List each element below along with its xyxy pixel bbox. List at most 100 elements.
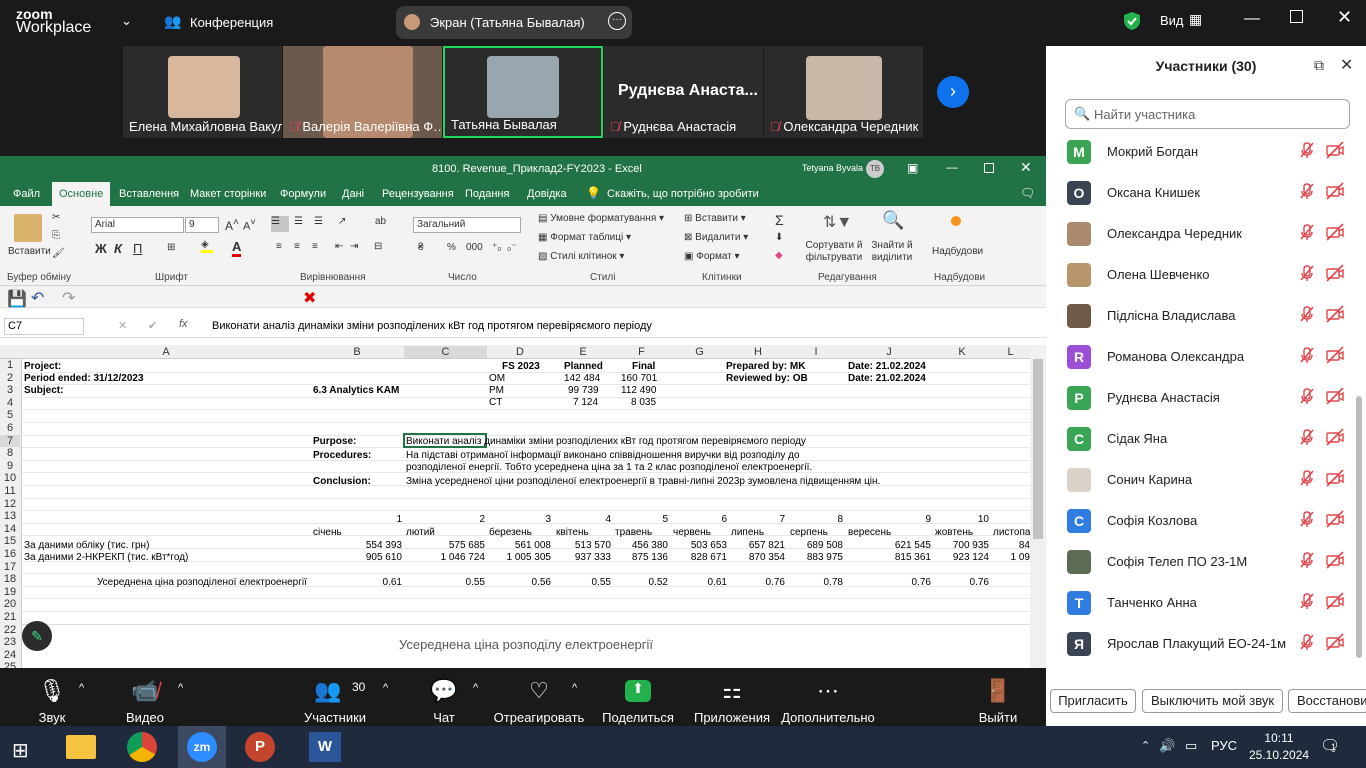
share-button[interactable]: Поделиться bbox=[588, 710, 688, 725]
video-tile-active-speaker[interactable]: Татьяна Бывалая bbox=[443, 46, 603, 138]
fill-icon[interactable]: ⬇ bbox=[775, 232, 783, 243]
row16-cell[interactable]: 1 046 724 bbox=[441, 552, 486, 563]
row15-cell[interactable]: 554 393 bbox=[366, 540, 402, 551]
maximize-icon[interactable] bbox=[984, 163, 994, 173]
cell-c10[interactable]: Зміна усередненої ціни розподіленої елек… bbox=[406, 476, 880, 487]
row14-cell[interactable]: вересень bbox=[848, 527, 891, 538]
cut-icon[interactable]: ✂ bbox=[52, 212, 60, 223]
row14-cell[interactable]: січень bbox=[313, 527, 342, 538]
vertical-scrollbar[interactable] bbox=[1030, 345, 1046, 668]
row14-cell[interactable]: червень bbox=[673, 527, 711, 538]
tab-formulas[interactable]: Формули bbox=[280, 188, 326, 200]
align-center-icon[interactable]: ≡ bbox=[294, 241, 300, 252]
close-icon[interactable]: ✕ bbox=[1340, 55, 1353, 75]
tab-help[interactable]: Довідка bbox=[527, 188, 567, 200]
cell-e1[interactable]: Planned bbox=[564, 361, 603, 372]
clear-icon[interactable]: ◆ bbox=[775, 250, 783, 261]
row14-cell[interactable]: березень bbox=[489, 527, 532, 538]
tab-data[interactable]: Дані bbox=[342, 188, 364, 200]
tab-review[interactable]: Рецензування bbox=[382, 188, 454, 200]
cell-f3[interactable]: 112 490 bbox=[621, 385, 656, 396]
italic-button[interactable]: К bbox=[114, 241, 122, 256]
autosum-icon[interactable]: Σ bbox=[775, 212, 784, 228]
leave-button[interactable]: Выйти bbox=[948, 710, 1048, 725]
redo-icon[interactable]: ↷ bbox=[62, 288, 75, 308]
row13-cell[interactable]: 9 bbox=[925, 514, 931, 525]
video-tile[interactable]: 🎙̸ Олександра Чередник bbox=[764, 46, 923, 138]
cell-a15[interactable]: За даними обліку (тис. грн) bbox=[24, 540, 149, 551]
mute-me-button[interactable]: Выключить мой звук bbox=[1142, 689, 1283, 713]
row16-cell[interactable]: 883 975 bbox=[807, 552, 843, 563]
share-indicator[interactable]: Экран (Татьяна Бывалая) ··· bbox=[396, 6, 632, 39]
paste-icon[interactable] bbox=[14, 214, 42, 242]
row16-cell[interactable]: 828 671 bbox=[691, 552, 727, 563]
cell-a2[interactable]: Period ended: 31/12/2023 bbox=[24, 373, 144, 384]
row16-cell[interactable]: 1 005 305 bbox=[507, 552, 552, 563]
row16-cell[interactable]: 937 333 bbox=[575, 552, 611, 563]
number-format-select[interactable]: Загальний bbox=[413, 217, 521, 233]
chart-area[interactable]: Усереднена ціна розподілу електроенергії bbox=[22, 624, 1030, 668]
row16-cell[interactable]: 905 610 bbox=[366, 552, 402, 563]
tray-chevron-icon[interactable]: ⌃ bbox=[1141, 739, 1150, 752]
cell-e4[interactable]: 7 124 bbox=[573, 397, 598, 408]
save-icon[interactable]: 💾 bbox=[7, 289, 27, 309]
participant-item[interactable]: C Софія Козлова bbox=[1046, 501, 1356, 542]
row18-cell[interactable]: 0.76 bbox=[766, 577, 785, 588]
tab-view[interactable]: Подання bbox=[465, 188, 509, 200]
cell-h2[interactable]: Reviewed by: OB bbox=[726, 373, 808, 384]
apps-button[interactable]: Приложения bbox=[682, 710, 782, 725]
formula-input[interactable]: Виконати аналіз динаміки зміни розподіле… bbox=[212, 320, 652, 332]
row13-cell[interactable]: 4 bbox=[605, 514, 611, 525]
participant-item[interactable]: C Сідак Яна bbox=[1046, 419, 1356, 460]
row13-cell[interactable]: 8 bbox=[837, 514, 843, 525]
more-icon[interactable]: ⋯ bbox=[778, 678, 878, 704]
row14-cell[interactable]: липень bbox=[731, 527, 764, 538]
paste-button[interactable]: Вставити bbox=[8, 246, 51, 257]
annotate-pen-icon[interactable]: ✎ bbox=[22, 621, 52, 651]
scrollbar-thumb[interactable] bbox=[1033, 359, 1043, 539]
decrease-decimal-icon[interactable]: ₀⁻ bbox=[507, 242, 516, 253]
row18-cell[interactable]: 0.61 bbox=[383, 577, 402, 588]
cell-a16[interactable]: За даними 2-НКРЕКП (тис. кВт*год) bbox=[24, 552, 188, 563]
row13-cell[interactable]: 10 bbox=[978, 514, 989, 525]
comma-style-icon[interactable]: 000 bbox=[466, 242, 483, 253]
close-icon[interactable]: ✕ bbox=[1020, 159, 1032, 176]
row16-cell[interactable]: 815 361 bbox=[895, 552, 931, 563]
copy-icon[interactable]: ⎘ bbox=[52, 230, 60, 241]
row15-cell[interactable]: 456 380 bbox=[632, 540, 668, 551]
tab-file[interactable]: Файл bbox=[13, 188, 40, 200]
meeting-tab[interactable]: Конференция bbox=[190, 15, 273, 30]
invite-button[interactable]: Пригласить bbox=[1050, 689, 1136, 713]
enter-icon[interactable]: ✔ bbox=[148, 319, 157, 332]
apps-icon[interactable]: ⚏ bbox=[682, 678, 782, 704]
volume-icon[interactable]: 🔊 bbox=[1159, 738, 1175, 754]
row13-cell[interactable]: 5 bbox=[662, 514, 668, 525]
mic-icon[interactable]: 🎙 bbox=[2, 678, 102, 704]
row18-cell[interactable]: 0.76 bbox=[912, 577, 931, 588]
row18-cell[interactable]: 0.76 bbox=[970, 577, 989, 588]
chevron-up-icon[interactable]: ^ bbox=[79, 682, 84, 694]
clock-date[interactable]: 25.10.2024 bbox=[1249, 748, 1309, 762]
video-tile[interactable]: Елена Михайловна Вакулен… bbox=[123, 46, 282, 138]
view-menu[interactable]: Вид bbox=[1160, 13, 1184, 28]
wrap-text-icon[interactable]: ab bbox=[375, 216, 386, 227]
format-as-table-button[interactable]: ▦ Формат таблиці ▾ bbox=[538, 232, 631, 243]
font-name-select[interactable]: Arial bbox=[91, 217, 184, 233]
cell-d1[interactable]: FS 2023 bbox=[502, 361, 540, 372]
participant-item[interactable]: Олександра Чередник bbox=[1046, 214, 1356, 255]
cell-a3[interactable]: Subject: bbox=[24, 385, 63, 396]
cell-d4[interactable]: CT bbox=[489, 397, 502, 408]
video-tile[interactable]: 🎙̸ Валерія Валеріївна Ф… bbox=[283, 46, 442, 138]
merge-center-icon[interactable]: ⊟ bbox=[374, 241, 382, 252]
row13-cell[interactable]: 3 bbox=[545, 514, 551, 525]
row16-cell[interactable]: 923 124 bbox=[953, 552, 989, 563]
find-select-button[interactable]: Знайти й виділити bbox=[866, 240, 918, 264]
row18-cell[interactable]: 0.56 bbox=[532, 577, 551, 588]
participant-item[interactable]: Сонич Карина bbox=[1046, 460, 1356, 501]
chevron-up-icon[interactable]: ^ bbox=[572, 682, 577, 694]
find-select-icon[interactable]: 🔍 bbox=[882, 210, 904, 231]
row18-cell[interactable]: 0.78 bbox=[824, 577, 843, 588]
cell-b10[interactable]: Conclusion: bbox=[313, 476, 371, 487]
chat-icon[interactable]: 💬 bbox=[394, 678, 494, 704]
cell-a18[interactable]: Усереднена ціна розподіленої електроенер… bbox=[97, 577, 307, 588]
